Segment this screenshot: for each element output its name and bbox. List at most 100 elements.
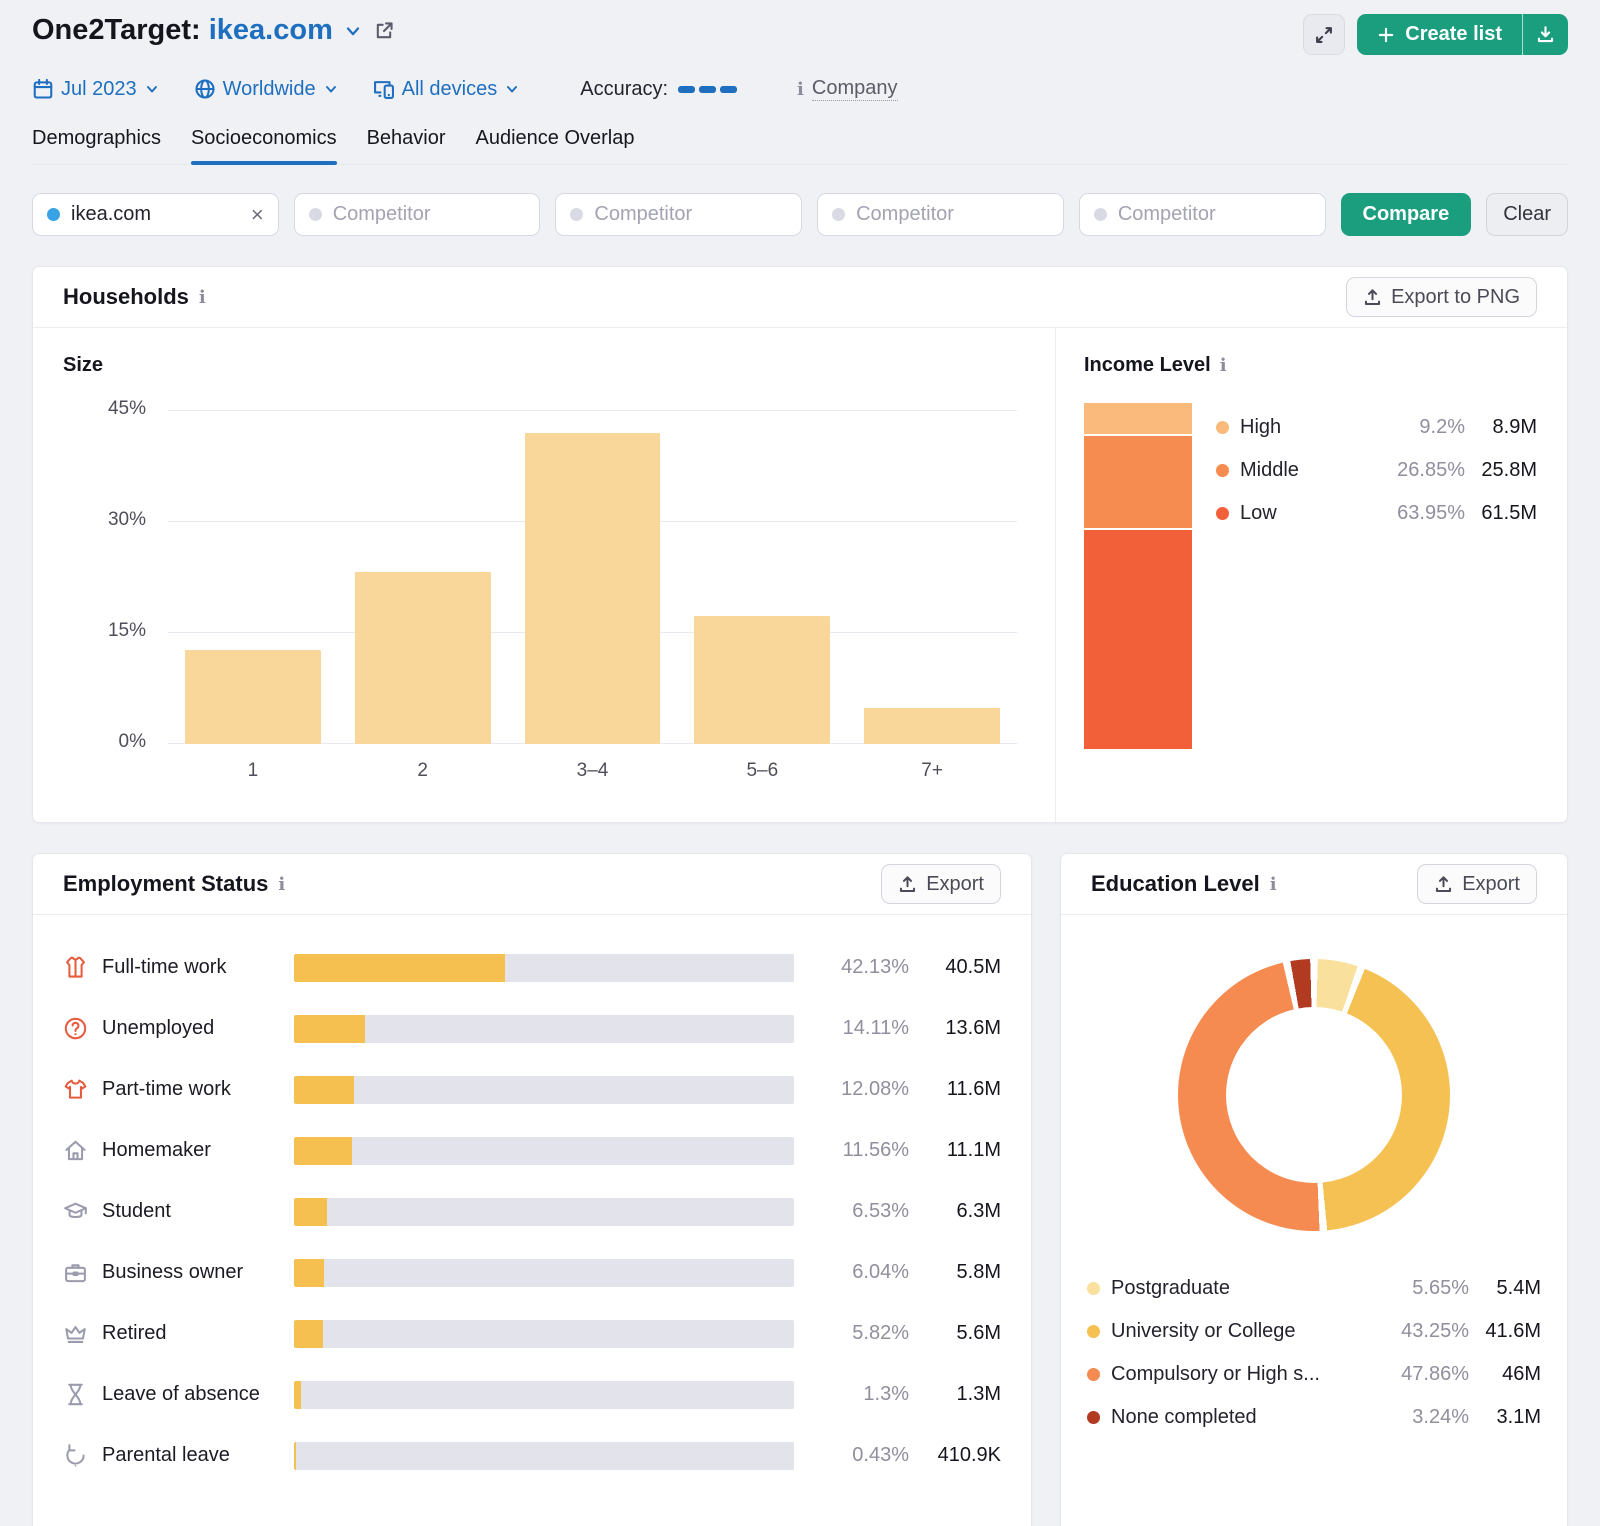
info-icon[interactable]: i [1220,355,1227,376]
employment-export-button[interactable]: Export [881,864,1001,904]
size-chart-plot: 0% 15% 30% 45% [108,398,1017,752]
devices-filter-value: All devices [401,77,498,100]
education-title: Education Level [1091,871,1260,896]
employment-row-percent: 6.53% [852,1200,909,1222]
size-chart-ytick: 45% [107,398,146,419]
education-donut-chart[interactable] [1178,959,1450,1231]
accuracy-indicator: Accuracy: [580,78,738,101]
employment-row-value: 5.6M [956,1322,1001,1344]
income-legend: High 9.2% 8.9M Middle 26.85% 25.8M Low 63.95% 61… [1216,403,1537,749]
employment-row-value: 1.3M [956,1383,1001,1405]
tab-behavior[interactable]: Behavior [367,127,446,164]
close-icon[interactable]: × [251,203,264,226]
employment-card-header: Employment Status i Export [33,854,1031,915]
legend-dot-icon [1087,1282,1100,1295]
size-chart-bar-column [508,411,678,744]
info-icon[interactable]: i [797,79,804,100]
competitor-input-2[interactable]: Competitor [555,193,803,236]
education-legend-label: Compulsory or High s... [1111,1363,1320,1385]
create-list-button[interactable]: Create list [1357,14,1522,55]
income-bar-segment[interactable] [1084,436,1192,529]
size-chart-categories: 1 2 3–4 5–6 7+ [168,760,1017,782]
employment-row-label: Part-time work [102,1078,231,1100]
employment-progress-fill [294,1380,301,1409]
download-icon [1536,25,1555,44]
size-chart-xtick: 5–6 [746,760,779,781]
size-bar-chart[interactable]: 0% 15% 30% 45% 1 2 3–4 5–6 7+ [63,398,1035,782]
employment-progress-track [294,1075,794,1104]
tshirt-icon [63,1077,89,1102]
employment-row-label: Homemaker [102,1139,211,1161]
compare-button[interactable]: Compare [1340,193,1472,236]
households-card: Households i Export to PNG Size 0% 15% 30%… [32,266,1568,823]
education-export-button[interactable]: Export [1417,864,1537,904]
education-legend-label: None completed [1111,1406,1257,1428]
expand-button[interactable] [1303,14,1346,55]
house-icon [63,1138,89,1163]
size-chart-bar-column [168,411,338,744]
export-to-png-label: Export to PNG [1391,285,1520,308]
info-icon[interactable]: i [1270,874,1277,895]
education-legend-value: 5.4M [1496,1277,1541,1299]
tab-socioeconomics[interactable]: Socioeconomics [190,127,337,165]
domain-link[interactable]: ikea.com [209,14,333,46]
employment-row-label: Retired [102,1322,167,1344]
competitor-input-4[interactable]: Competitor [1078,193,1326,236]
income-legend-percent: 63.95% [1397,502,1465,524]
income-legend-label: Middle [1240,459,1299,481]
topbar: One2Target: ikea.com Create list [32,14,1568,55]
date-filter-value: Jul 2023 [61,77,137,100]
chevron-down-icon [144,81,160,97]
competitor-input-1[interactable]: Competitor [293,193,541,236]
employment-row-percent: 11.56% [842,1139,909,1161]
employment-row-value: 13.6M [945,1017,1001,1039]
chevron-down-icon[interactable] [343,21,363,41]
income-legend-row: High 9.2% 8.9M [1216,406,1537,449]
income-legend-value: 61.5M [1481,502,1537,524]
size-section-title: Size [63,354,104,376]
competitor-input-3[interactable]: Competitor [817,193,1064,236]
date-filter[interactable]: Jul 2023 [32,78,160,101]
external-link-icon[interactable] [373,20,395,42]
income-stacked-bar[interactable] [1084,403,1192,749]
employment-row-value: 410.9K [937,1444,1001,1466]
plus-icon [1377,26,1395,44]
info-icon[interactable]: i [199,287,206,308]
income-legend-label: High [1240,416,1282,438]
employment-progress-fill [294,1014,365,1043]
employment-row-percent: 12.08% [841,1078,909,1100]
tab-demographics[interactable]: Demographics [32,127,161,164]
region-filter[interactable]: Worldwide [194,78,339,101]
size-chart-bar[interactable] [354,571,491,744]
employment-row-percent: 42.13% [841,956,909,978]
globe-icon [194,78,216,100]
domain-input-value: ikea.com [71,203,152,225]
download-button[interactable] [1522,14,1568,55]
company-label[interactable]: Company [811,77,898,101]
devices-filter[interactable]: All devices [373,78,521,101]
employment-row-value: 6.3M [956,1200,1001,1222]
income-bar-segment[interactable] [1084,403,1192,435]
size-chart-bar[interactable] [524,433,661,744]
employment-row: Unemployed 14.11% 13.6M [63,998,1001,1059]
size-chart-bar[interactable] [694,615,831,744]
competitor-dot-icon [308,208,322,221]
info-icon[interactable]: i [278,874,285,895]
size-chart-bar[interactable] [184,650,321,744]
size-chart-ytick: 15% [107,620,146,641]
domain-input[interactable]: ikea.com × [32,193,279,236]
size-chart-xtick: 2 [417,760,428,781]
size-chart-bar[interactable] [864,708,1000,744]
income-bar-segment[interactable] [1084,530,1192,749]
competitor-dot-icon [1093,208,1107,221]
tab-audience-overlap[interactable]: Audience Overlap [476,127,635,164]
employment-row-label: Full-time work [102,956,227,978]
education-legend-percent: 3.24% [1412,1406,1469,1428]
clear-button[interactable]: Clear [1486,193,1569,236]
employment-export-label: Export [926,872,984,895]
income-legend-percent: 26.85% [1397,459,1465,481]
employment-progress-track [294,1380,794,1409]
education-legend-value: 3.1M [1496,1406,1541,1428]
question-circle-icon [63,1016,89,1041]
export-to-png-button[interactable]: Export to PNG [1346,277,1537,317]
